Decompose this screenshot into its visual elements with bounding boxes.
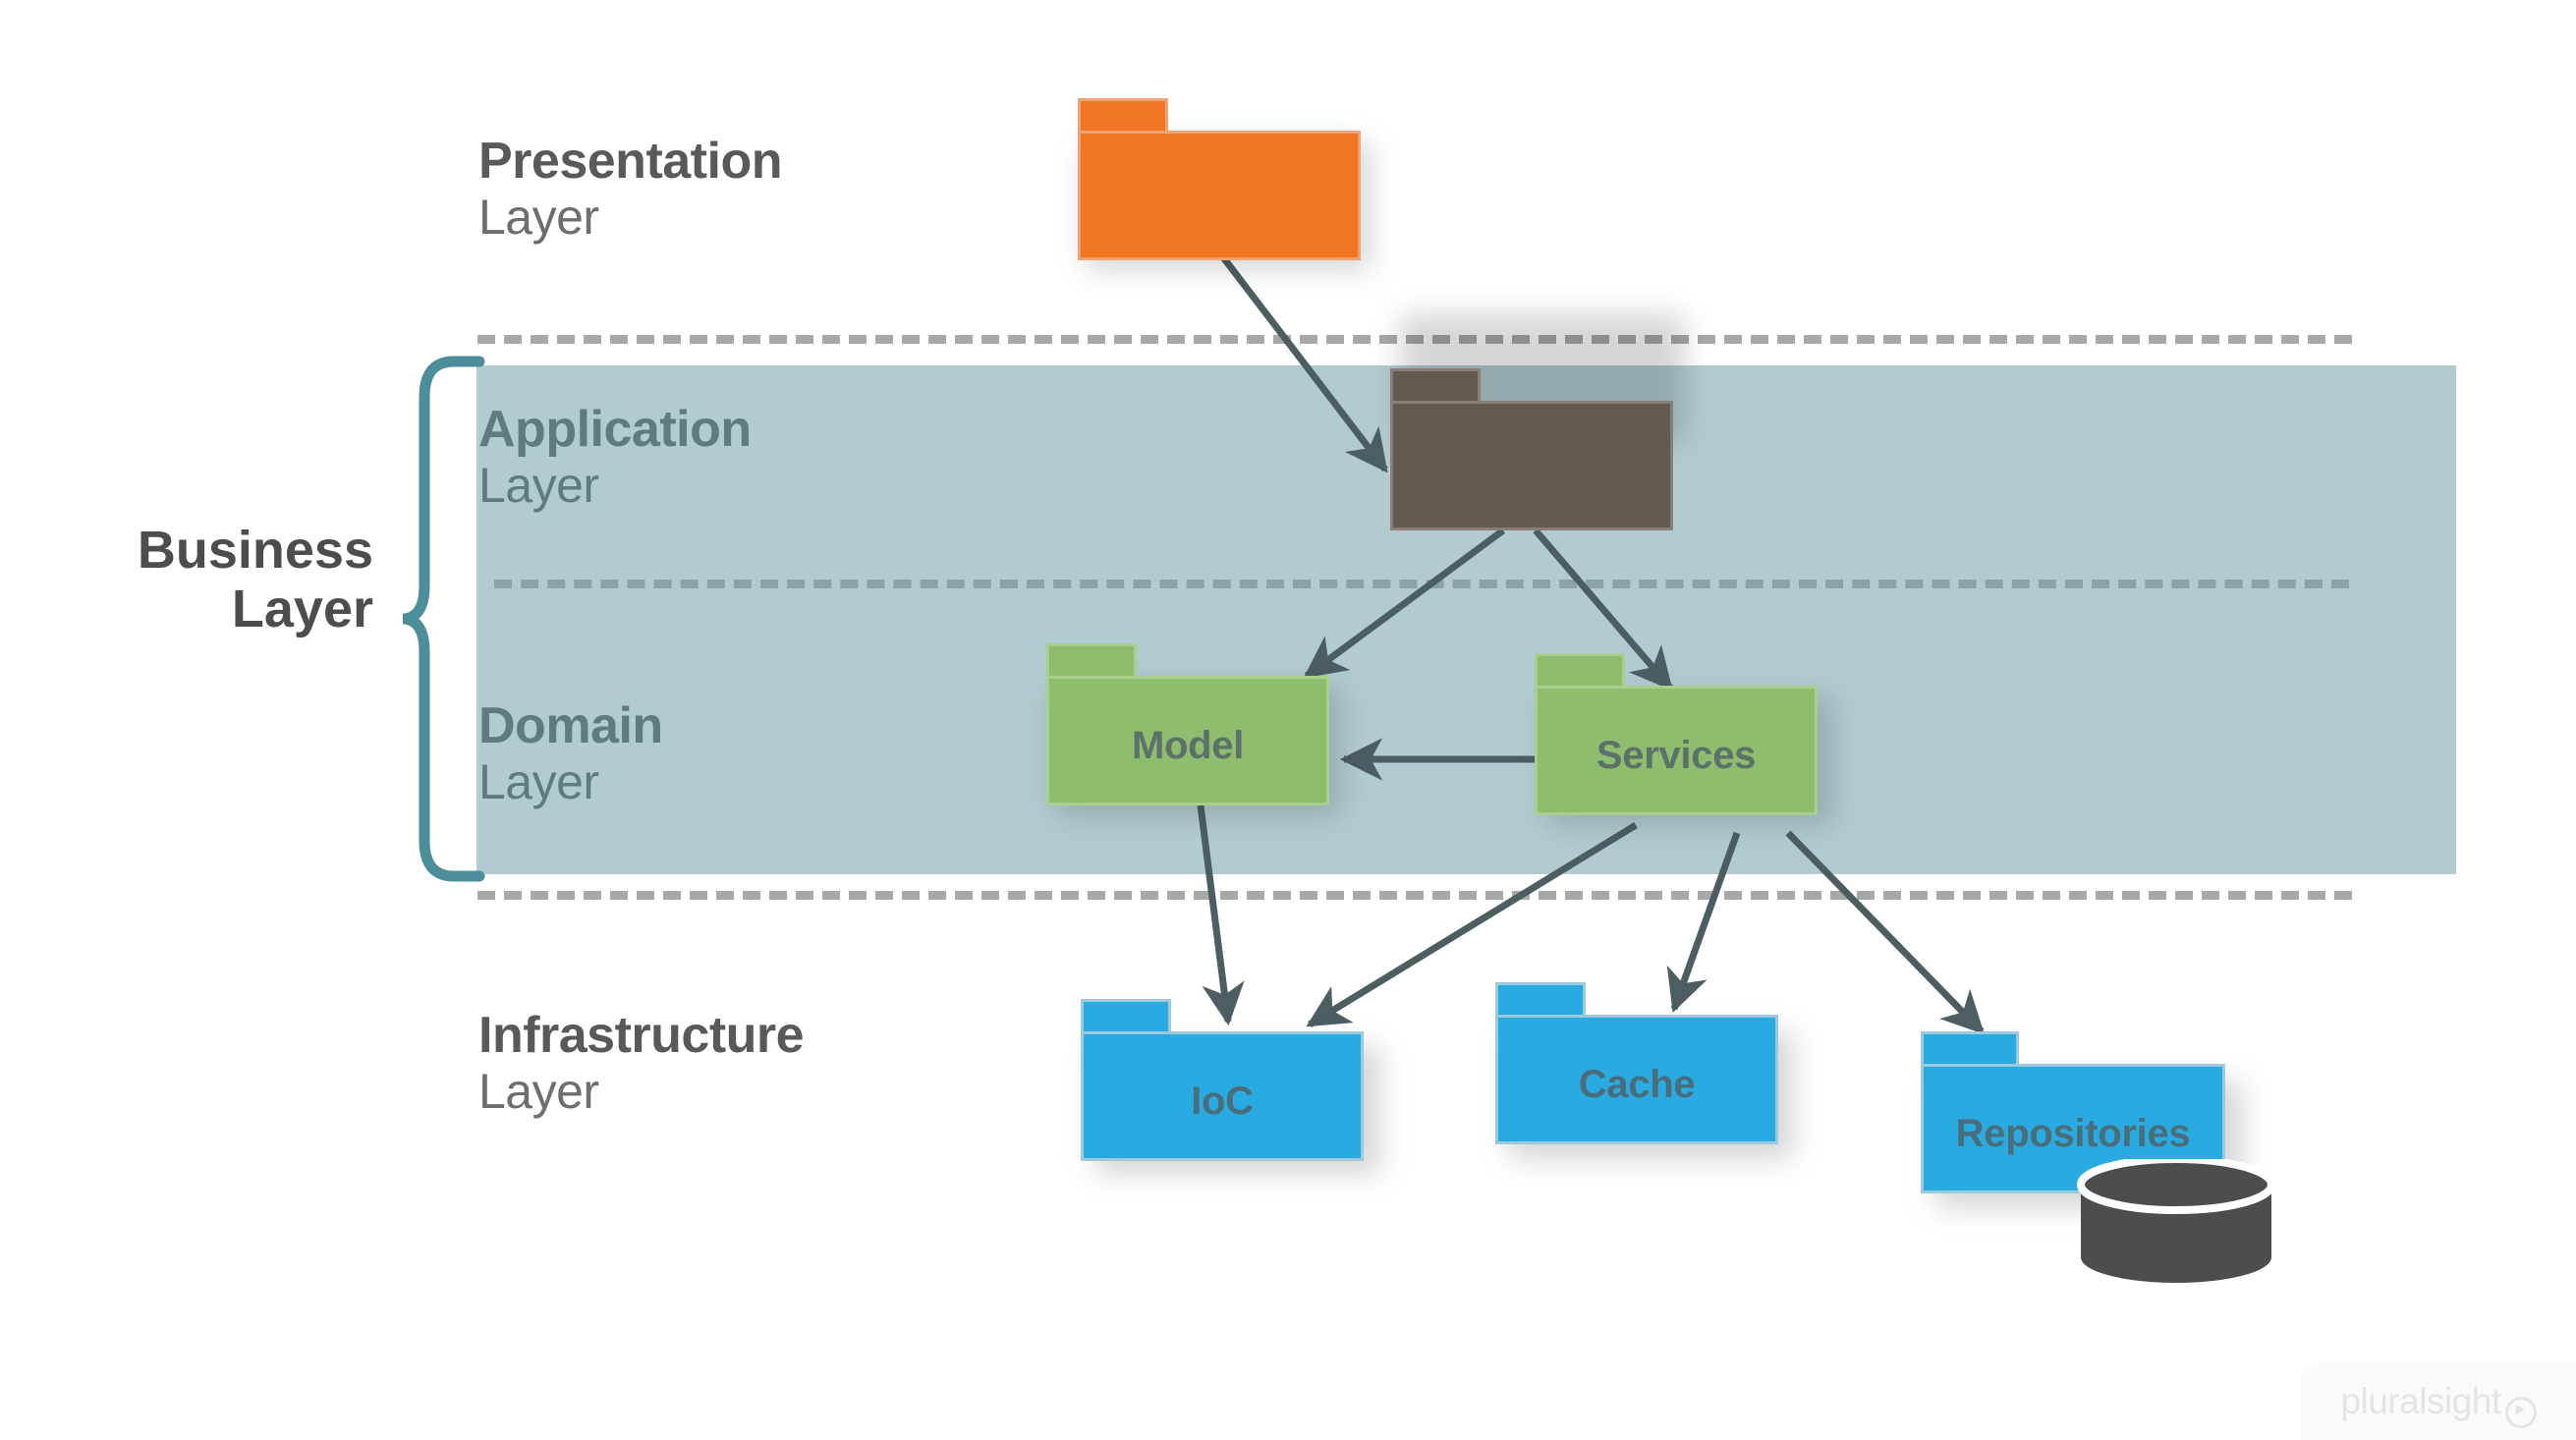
package-ioc-body [1081,1031,1364,1161]
package-repositories-tab [1921,1031,2019,1067]
layer-title-domain: Domain [478,697,663,754]
separator-domain-infrastructure [477,891,2352,900]
separator-application-domain [494,580,2349,588]
package-presentation[interactable] [1078,98,1361,260]
diagram-canvas: Business Layer Presentation Layer Applic… [0,0,2576,1440]
package-application[interactable] [1390,368,1673,530]
package-services-body [1535,686,1818,815]
business-layer-label: Business Layer [20,521,373,639]
package-model-tab [1046,643,1137,679]
database-cylinder [2077,1159,2275,1283]
package-cache-body [1495,1015,1778,1144]
package-cache[interactable]: Cache [1495,982,1778,1144]
package-application-tab [1390,368,1481,404]
layer-subtitle-presentation: Layer [478,190,599,246]
package-presentation-body [1078,131,1361,260]
pluralsight-watermark: pluralsight [2301,1363,2576,1440]
business-layer-label-line1: Business [137,521,373,580]
layer-label-presentation: Presentation Layer [478,133,782,245]
package-presentation-tab [1078,98,1168,134]
layer-title-application: Application [478,401,752,458]
watermark-text: pluralsight [2340,1381,2501,1421]
layer-label-domain: Domain Layer [478,697,663,809]
layer-label-infrastructure: Infrastructure Layer [478,1007,805,1120]
layer-title-infrastructure: Infrastructure [478,1007,805,1064]
package-application-body [1390,401,1673,530]
layer-label-application: Application Layer [478,401,752,513]
package-cache-tab [1495,982,1586,1018]
layer-subtitle-domain: Layer [478,754,599,810]
package-model-body [1046,676,1329,805]
layer-subtitle-application: Layer [478,458,599,514]
layer-subtitle-infrastructure: Layer [478,1064,599,1120]
package-ioc[interactable]: IoC [1081,999,1364,1161]
layer-title-presentation: Presentation [478,133,782,190]
play-circle-icon [2504,1397,2537,1428]
business-layer-label-line2: Layer [231,580,373,639]
package-model[interactable]: Model [1046,643,1329,805]
package-ioc-tab [1081,999,1171,1034]
package-services-tab [1535,653,1625,689]
package-services[interactable]: Services [1535,653,1818,815]
